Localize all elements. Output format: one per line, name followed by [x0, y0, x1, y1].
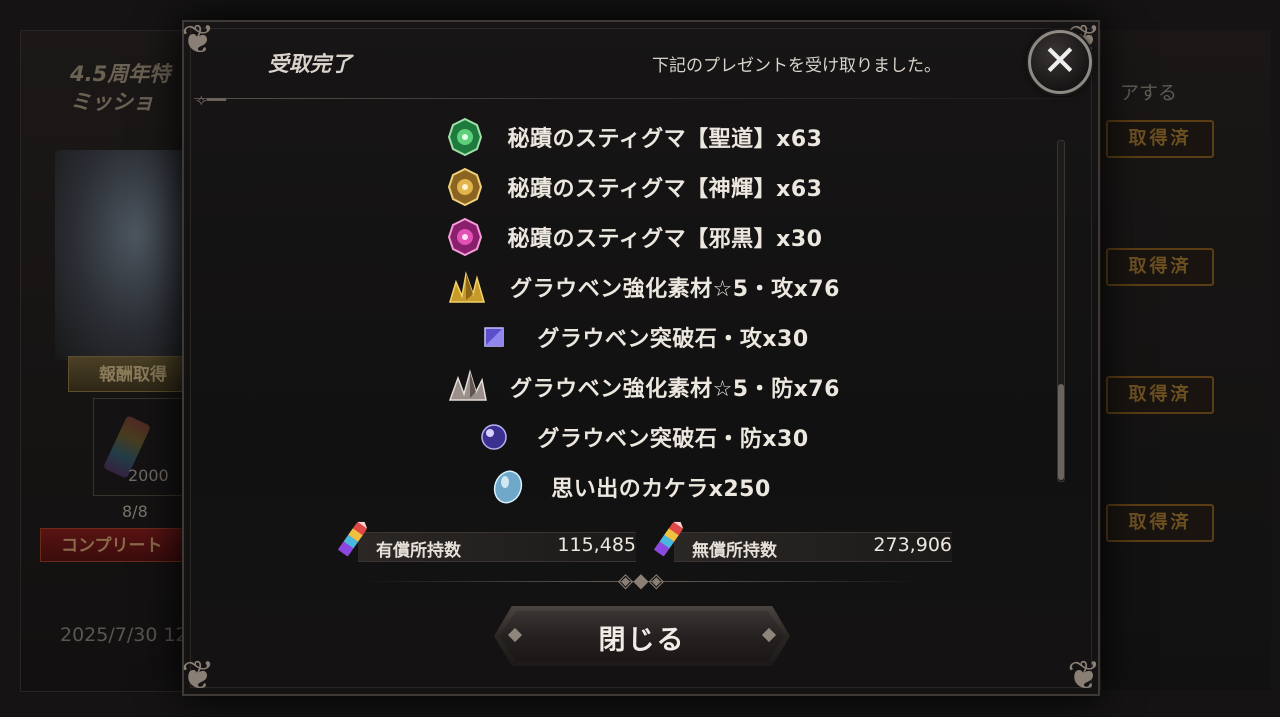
paid-crystal-icon	[334, 518, 370, 562]
item-label: グラウベン強化素材☆5・防x76	[510, 377, 840, 402]
divider-ornament-icon: ⟡━━	[196, 90, 226, 109]
reward-item-count: 2000	[128, 466, 169, 485]
character-portrait	[55, 150, 190, 360]
paid-currency-display: 有償所持数 115,485	[334, 521, 636, 562]
complete-button: コンプリート	[40, 528, 200, 562]
close-dialog-button[interactable]: 閉じる	[494, 606, 790, 666]
item-label: グラウベン強化素材☆5・攻x76	[510, 277, 840, 302]
ornament-corner-icon: ❦	[181, 17, 215, 63]
purple-cube-icon	[473, 316, 515, 358]
purple-orb-icon	[473, 416, 515, 458]
ornament-corner-icon: ❦	[181, 653, 215, 699]
close-button[interactable]: ✕	[1028, 30, 1092, 94]
list-item: グラウベン突破石・防x30	[184, 412, 1102, 462]
ornament-corner-icon: ❦	[1067, 653, 1101, 699]
receive-complete-dialog: ❦ ❦ ❦ ❦ 受取完了 下記のプレゼントを受け取りました。 ⟡━━ ✕ 秘蹟の…	[181, 17, 1102, 699]
item-label: グラウベン突破石・防x30	[537, 427, 809, 452]
free-crystal-icon	[650, 518, 686, 562]
free-value: 273,906	[873, 534, 952, 556]
list-item: 秘蹟のスティグマ【邪黒】x30	[184, 212, 1102, 262]
item-label: 思い出のカケラx250	[551, 477, 771, 502]
item-label: グラウベン突破石・攻x30	[537, 327, 809, 352]
gold-ore-icon	[446, 266, 488, 308]
item-label: 秘蹟のスティグマ【神輝】x63	[507, 177, 823, 202]
scrollbar-thumb[interactable]	[1058, 384, 1064, 480]
item-label: 秘蹟のスティグマ【邪黒】x30	[507, 227, 823, 252]
close-icon: ✕	[1042, 36, 1078, 85]
acquired-badge: 取得済	[1106, 248, 1214, 286]
free-label: 無償所持数	[692, 541, 777, 561]
pink-stigma-icon	[444, 216, 486, 258]
gold-stigma-icon	[444, 166, 486, 208]
blue-shard-icon	[487, 466, 529, 508]
reward-button: 報酬取得	[68, 356, 198, 392]
list-item: グラウベン強化素材☆5・防x76	[184, 362, 1102, 412]
received-item-list[interactable]: 秘蹟のスティグマ【聖道】x63 秘蹟のスティグマ【神輝】x63 秘蹟のスティグマ…	[184, 112, 1102, 512]
acquired-badge: 取得済	[1106, 120, 1214, 158]
paid-value: 115,485	[557, 534, 636, 556]
event-title: 4.5周年特 ミッショ	[70, 62, 171, 114]
list-item: 秘蹟のスティグマ【神輝】x63	[184, 162, 1102, 212]
acquired-badge: 取得済	[1106, 504, 1214, 542]
dialog-subtitle: 下記のプレゼントを受け取りました。	[652, 56, 941, 76]
mission-progress: 8/8	[122, 502, 148, 521]
title-divider	[194, 98, 1074, 99]
green-stigma-icon	[444, 116, 486, 158]
list-item: グラウベン強化素材☆5・攻x76	[184, 262, 1102, 312]
divider-ornament-icon: ◈◆◈	[617, 568, 665, 592]
silver-ore-icon	[446, 366, 488, 408]
list-item: 秘蹟のスティグマ【聖道】x63	[184, 112, 1102, 162]
free-currency-display: 無償所持数 273,906	[650, 521, 952, 562]
acquired-badge: 取得済	[1106, 376, 1214, 414]
close-button-label: 閉じる	[598, 625, 686, 656]
dialog-title: 受取完了	[268, 52, 352, 76]
list-item: 思い出のカケラx250	[184, 462, 1102, 512]
mission-text: アする	[1120, 82, 1178, 104]
item-label: 秘蹟のスティグマ【聖道】x63	[507, 127, 823, 152]
list-item: グラウベン突破石・攻x30	[184, 312, 1102, 362]
paid-label: 有償所持数	[376, 541, 461, 561]
